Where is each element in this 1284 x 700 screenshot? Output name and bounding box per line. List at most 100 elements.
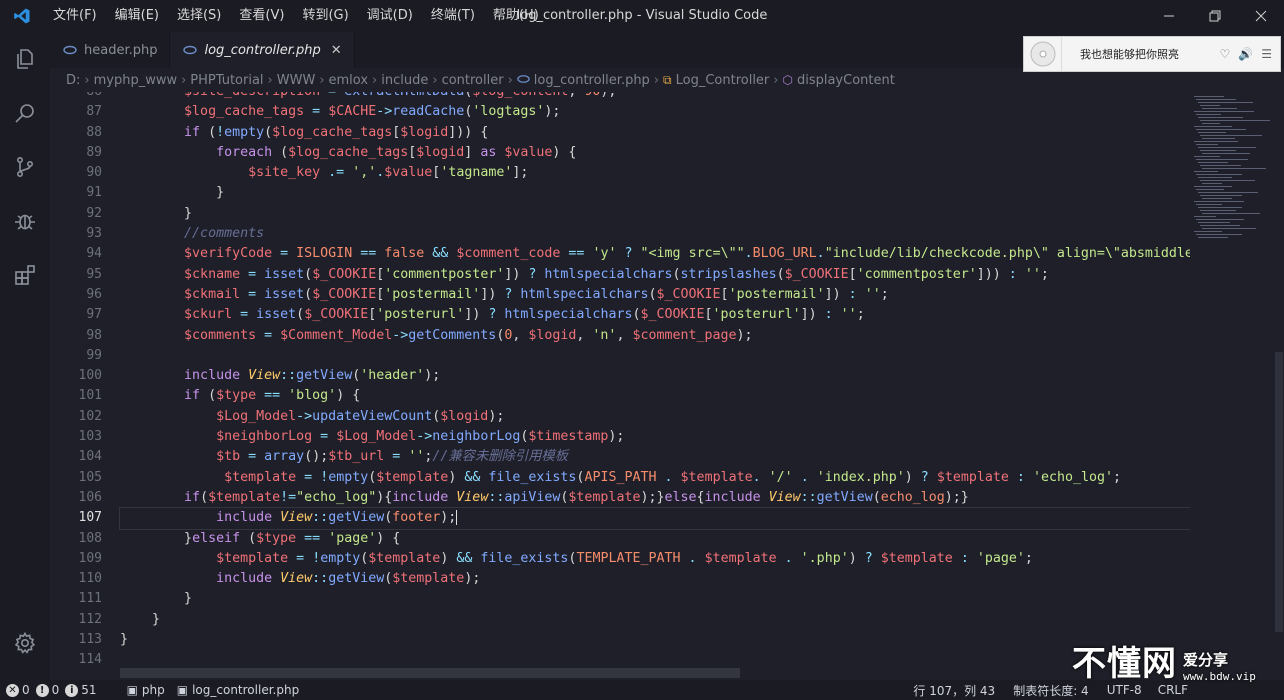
breadcrumb-item[interactable]: emlox: [329, 73, 369, 88]
code-line-current[interactable]: include View::getView(footer);: [119, 507, 1190, 530]
line-number: 107: [78, 510, 102, 526]
line-number-gutter: 86 87 88 89 90 91 92 93 94 95 96 97 98 99 100 101 102 103…: [50, 92, 102, 671]
code-line[interactable]: $ckurl = isset($_COOKIE['posterurl']) ? …: [120, 305, 1190, 325]
breadcrumb-item[interactable]: displayContent: [797, 73, 895, 88]
menu-item[interactable]: 选择(S): [168, 0, 230, 32]
code-line[interactable]: $site_description = extractHtmlData($log…: [120, 92, 1190, 102]
restore-icon: [1209, 10, 1221, 22]
info-count: 51: [81, 683, 97, 697]
code-line[interactable]: $template = !empty($template) && file_ex…: [120, 549, 1190, 569]
php-file-icon: [62, 42, 78, 58]
breadcrumb-item[interactable]: include: [381, 73, 428, 88]
breadcrumb-item[interactable]: D:: [66, 73, 80, 88]
code-line[interactable]: $tb = array();$tb_url = '';//兼容未删除引用模板: [120, 447, 1190, 467]
vertical-scrollbar[interactable]: [1274, 92, 1284, 676]
breadcrumb-item[interactable]: WWW: [277, 73, 316, 88]
volume-icon[interactable]: 🔊: [1238, 47, 1253, 61]
code-line[interactable]: $verifyCode = ISLOGIN == false && $comme…: [120, 244, 1190, 264]
minimap-line: [1196, 114, 1221, 115]
minimap-line: [1196, 99, 1236, 100]
tab-size[interactable]: 制表符长度: 4: [1007, 682, 1095, 699]
code-line[interactable]: if ($type == 'blog') {: [120, 386, 1190, 406]
code-line[interactable]: $log_cache_tags = $CACHE->readCache('log…: [120, 102, 1190, 122]
code-line[interactable]: [120, 346, 1190, 366]
tab-header-php[interactable]: header.php: [50, 32, 171, 68]
minimap-line: [1196, 144, 1218, 145]
playlist-icon[interactable]: ☰: [1261, 47, 1272, 61]
code-line[interactable]: }elseif ($type == 'page') {: [120, 529, 1190, 549]
tab-close-button[interactable]: ✕: [331, 43, 342, 58]
minimap-line: [1202, 153, 1250, 154]
menu-item[interactable]: 帮助(H): [484, 0, 548, 32]
code-line[interactable]: $ckmail = isset($_COOKIE['postermail']) …: [120, 285, 1190, 305]
settings-button[interactable]: [0, 616, 50, 670]
minimap-line: [1196, 219, 1244, 220]
cursor-position[interactable]: 行 107，列 43: [907, 682, 1001, 699]
code-line[interactable]: if($template!="echo_log"){include View::…: [120, 488, 1190, 508]
code-line[interactable]: }: [120, 183, 1190, 203]
restore-button[interactable]: [1192, 0, 1238, 32]
encoding[interactable]: UTF-8: [1101, 683, 1148, 697]
activity-bar: [0, 32, 50, 680]
menu-item[interactable]: 编辑(E): [106, 0, 168, 32]
song-title: 我也想能够把你照亮: [1080, 48, 1179, 61]
breadcrumb-item[interactable]: Log_Controller: [676, 73, 770, 88]
code-line[interactable]: $comments = $Comment_Model->getComments(…: [120, 326, 1190, 346]
code-line[interactable]: $site_key .= ','.$value['tagname'];: [120, 163, 1190, 183]
breadcrumb-item[interactable]: log_controller.php: [534, 73, 650, 88]
close-window-button[interactable]: [1238, 0, 1284, 32]
code-area[interactable]: $site_description = extractHtmlData($log…: [119, 92, 1190, 671]
line-number: 93: [86, 226, 102, 242]
code-line[interactable]: include View::getView($template);: [120, 569, 1190, 589]
minimap-line: [1202, 228, 1256, 229]
code-line[interactable]: //comments: [120, 224, 1190, 244]
menu-item[interactable]: 终端(T): [422, 0, 484, 32]
debug-button[interactable]: [0, 194, 50, 248]
minimap-line: [1198, 207, 1242, 208]
line-number: 108: [78, 530, 102, 546]
language-indicator[interactable]: ▣ php: [121, 683, 171, 697]
heart-icon[interactable]: ♡: [1220, 47, 1231, 61]
minimize-button[interactable]: [1146, 0, 1192, 32]
line-number: 105: [78, 469, 102, 485]
menu-item[interactable]: 转到(G): [293, 0, 357, 32]
tab-log-controller-php[interactable]: log_controller.php ✕: [170, 32, 355, 68]
menu-item[interactable]: 查看(V): [230, 0, 293, 32]
code-line[interactable]: $template = !empty($template) && file_ex…: [120, 468, 1190, 488]
breadcrumb-item[interactable]: controller: [442, 73, 504, 88]
line-number: 102: [78, 408, 102, 424]
breadcrumb-item[interactable]: myphp_www: [94, 73, 178, 88]
extensions-button[interactable]: [0, 248, 50, 302]
minimap-line: [1196, 129, 1246, 130]
class-icon: ⧉: [663, 72, 672, 87]
vscode-logo-icon: [0, 0, 44, 32]
code-line[interactable]: }: [120, 589, 1190, 609]
horizontal-scrollbar[interactable]: [120, 668, 740, 678]
line-number: 96: [86, 286, 102, 302]
code-line[interactable]: $neighborLog = $Log_Model->neighborLog($…: [120, 427, 1190, 447]
album-disc-icon: [1024, 37, 1062, 71]
code-editor[interactable]: 86 87 88 89 90 91 92 93 94 95 96 97 98 99 100 101 102 103…: [50, 92, 1190, 676]
code-line[interactable]: }: [120, 610, 1190, 630]
code-line[interactable]: $ckname = isset($_COOKIE['commentposter'…: [120, 265, 1190, 285]
code-line[interactable]: $Log_Model->updateViewCount($logid);: [120, 407, 1190, 427]
code-line[interactable]: foreach ($log_cache_tags[$logid] as $val…: [120, 143, 1190, 163]
end-of-line[interactable]: CRLF: [1152, 683, 1194, 697]
breadcrumb-item[interactable]: PHPTutorial: [190, 73, 263, 88]
minimap[interactable]: [1190, 92, 1274, 676]
menu-item[interactable]: 调试(D): [358, 0, 422, 32]
search-button[interactable]: [0, 86, 50, 140]
code-line[interactable]: }: [120, 204, 1190, 224]
current-file-indicator[interactable]: ▣ log_controller.php: [171, 683, 305, 697]
menu-item[interactable]: 文件(F): [44, 0, 106, 32]
code-line[interactable]: include View::getView('header');: [120, 366, 1190, 386]
problems-indicator[interactable]: ✕ 0 ! 0 i 51: [0, 683, 103, 697]
code-line[interactable]: }: [120, 630, 1190, 650]
scrollbar-thumb[interactable]: [1275, 352, 1283, 632]
minimap-line: [1200, 135, 1262, 136]
chevron-right-icon: ›: [267, 72, 273, 88]
line-number: 103: [78, 429, 102, 445]
source-control-button[interactable]: [0, 140, 50, 194]
code-line[interactable]: if (!empty($log_cache_tags[$logid])) {: [120, 123, 1190, 143]
explorer-button[interactable]: [0, 32, 50, 86]
